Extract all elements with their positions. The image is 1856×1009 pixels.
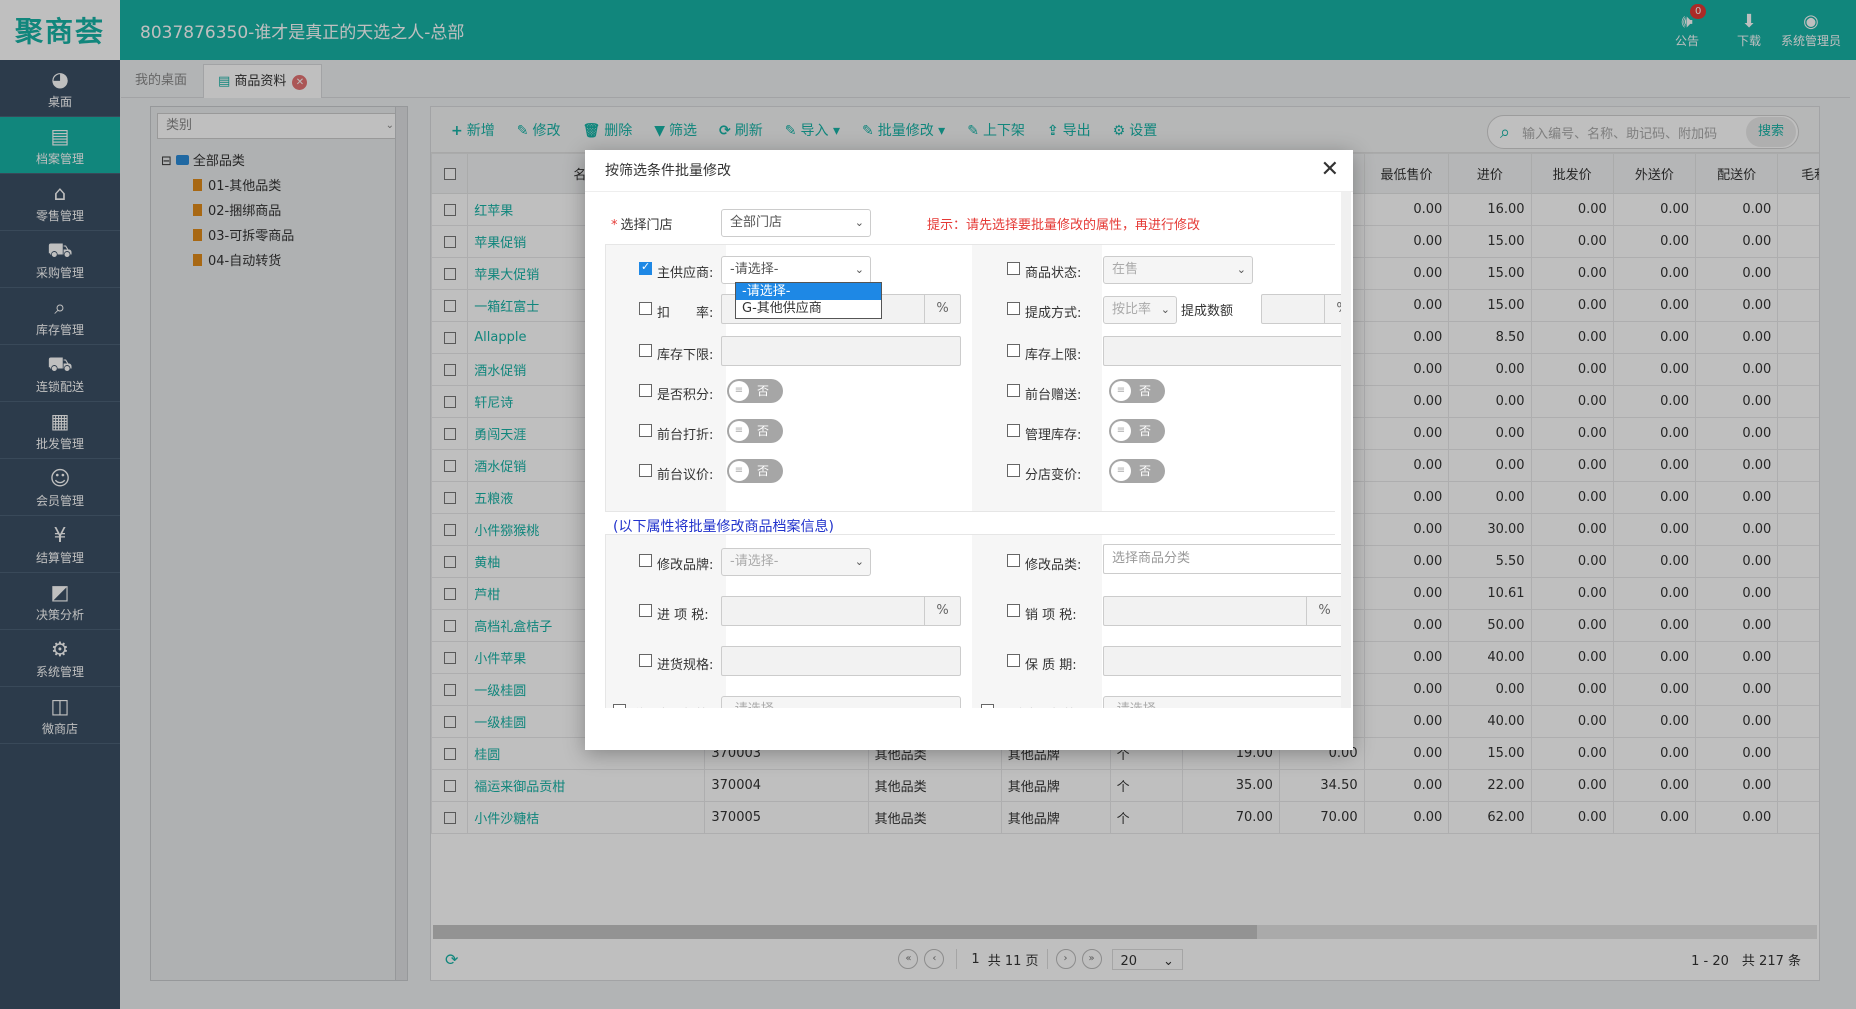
discount-checkbox[interactable] — [639, 302, 652, 315]
stock-low-label: 库存下限: — [657, 348, 714, 363]
points-toggle[interactable]: ≡ 否 — [727, 379, 783, 403]
commission-amount-input[interactable]: % — [1261, 294, 1343, 324]
branch_price-label: 分店变价: — [1025, 468, 1082, 483]
basic-section — [605, 244, 1336, 512]
chevron-down-icon: ⌄ — [854, 263, 864, 276]
shelf-life-checkbox[interactable] — [1007, 654, 1020, 667]
del-tag-checkbox[interactable] — [981, 704, 994, 708]
category-input[interactable]: 选择商品分类 — [1103, 544, 1343, 574]
toggle-knob: ≡ — [1111, 461, 1131, 481]
branch_price-toggle[interactable]: ≡ 否 — [1109, 459, 1165, 483]
chevron-down-icon: ⌄ — [1327, 697, 1336, 708]
points-label: 是否积分: — [657, 388, 714, 403]
batch-edit-dialog: 按筛选条件批量修改 ✕ * 选择门店 全部门店 ⌄ 提示：请先选择要批量修改的属性，… — [585, 150, 1353, 750]
dialog-title: 按筛选条件批量修改 — [585, 150, 1353, 192]
add-tag-checkbox[interactable] — [613, 704, 626, 708]
add-tag-label: 增加商品标签: — [631, 704, 713, 708]
toggle-knob: ≡ — [729, 381, 749, 401]
gift-checkbox[interactable] — [1007, 384, 1020, 397]
pos_discount-toggle[interactable]: ≡ 否 — [727, 419, 783, 443]
stock-high-input[interactable] — [1103, 336, 1343, 366]
input-tax-checkbox[interactable] — [639, 604, 652, 617]
status-select[interactable]: 在售 ⌄ — [1103, 256, 1253, 284]
supplier-select[interactable]: -请选择- ⌄ — [721, 256, 871, 284]
option-none[interactable]: -请选择- — [736, 283, 881, 300]
stock-high-checkbox[interactable] — [1007, 344, 1020, 357]
brand-select[interactable]: -请选择- ⌄ — [721, 548, 871, 576]
supplier-checkbox[interactable] — [639, 260, 652, 275]
toggle-knob: ≡ — [1111, 421, 1131, 441]
brand-checkbox[interactable] — [639, 554, 652, 567]
manage_stock-checkbox[interactable] — [1007, 424, 1020, 437]
close-icon[interactable]: ✕ — [1321, 158, 1339, 182]
option-other-supplier[interactable]: G-其他供应商 — [736, 300, 881, 317]
supplier-label: 主供应商: — [657, 266, 714, 281]
del-tag-select[interactable]: -请选择-⌄ — [1103, 696, 1343, 708]
chevron-down-icon: ⌄ — [1236, 263, 1246, 276]
pos_discount-label: 前台打折: — [657, 428, 714, 443]
commission-select[interactable]: 按比率 ⌄ — [1103, 296, 1177, 324]
commission-amount-label: 提成数额 — [1181, 304, 1234, 319]
chevron-down-icon: ⌄ — [1160, 303, 1170, 316]
hint-text: 提示：请先选择要批量修改的属性，再进行修改 — [927, 218, 1201, 233]
stock-low-input[interactable] — [721, 336, 961, 366]
toggle-knob: ≡ — [1111, 381, 1131, 401]
status-checkbox[interactable] — [1007, 262, 1020, 275]
section-note: (以下属性将批量修改商品档案信息) — [613, 519, 834, 535]
status-label: 商品状态: — [1025, 266, 1082, 281]
pos_bargain-label: 前台议价: — [657, 468, 714, 483]
output-tax-checkbox[interactable] — [1007, 604, 1020, 617]
stock-low-checkbox[interactable] — [639, 344, 652, 357]
input-tax-input[interactable]: % — [721, 596, 961, 626]
spec-checkbox[interactable] — [639, 654, 652, 667]
output-tax-input[interactable]: % — [1103, 596, 1343, 626]
branch_price-checkbox[interactable] — [1007, 464, 1020, 477]
category-label: 修改品类: — [1025, 558, 1082, 573]
manage_stock-toggle[interactable]: ≡ 否 — [1109, 419, 1165, 443]
pos_bargain-toggle[interactable]: ≡ 否 — [727, 459, 783, 483]
stock-high-label: 库存上限: — [1025, 348, 1082, 363]
store-select[interactable]: 全部门店 ⌄ — [721, 209, 871, 237]
pos_bargain-checkbox[interactable] — [639, 464, 652, 477]
points-checkbox[interactable] — [639, 384, 652, 397]
gift-label: 前台赠送: — [1025, 388, 1082, 403]
commission-label: 提成方式: — [1025, 306, 1082, 321]
brand-label: 修改品牌: — [657, 558, 714, 573]
pos_discount-checkbox[interactable] — [639, 424, 652, 437]
shelf-life-label: 保 质 期: — [1025, 658, 1077, 673]
toggle-knob: ≡ — [729, 461, 749, 481]
supplier-dropdown-list: -请选择- G-其他供应商 — [735, 282, 882, 319]
percent-suffix: % — [924, 597, 960, 625]
gift-toggle[interactable]: ≡ 否 — [1109, 379, 1165, 403]
percent-suffix: % — [1306, 597, 1342, 625]
shelf-life-input[interactable] — [1103, 646, 1343, 676]
discount-label: 扣 率: — [657, 306, 714, 321]
dialog-scrollbar[interactable] — [1341, 192, 1351, 708]
del-tag-label: 删除商品标签: — [999, 704, 1081, 708]
percent-suffix: % — [924, 295, 960, 323]
commission-checkbox[interactable] — [1007, 302, 1020, 315]
store-label: 选择门店 — [620, 218, 673, 233]
chevron-down-icon: ⌄ — [854, 555, 864, 568]
spec-label: 进货规格: — [657, 658, 714, 673]
spec-input[interactable] — [721, 646, 961, 676]
manage_stock-label: 管理库存: — [1025, 428, 1082, 443]
dialog-body: *选择门店 全部门店⌄ 提示：请先选择要批量修改的属性，再进行修改 主供应商:-… — [597, 192, 1343, 708]
output-tax-label: 销 项 税: — [1025, 608, 1077, 623]
category-checkbox[interactable] — [1007, 554, 1020, 567]
chevron-down-icon: ⌄ — [854, 216, 864, 229]
toggle-knob: ≡ — [729, 421, 749, 441]
chevron-down-icon: ⌄ — [945, 697, 954, 708]
add-tag-select[interactable]: -请选择-⌄ — [721, 696, 961, 708]
input-tax-label: 进 项 税: — [657, 608, 709, 623]
